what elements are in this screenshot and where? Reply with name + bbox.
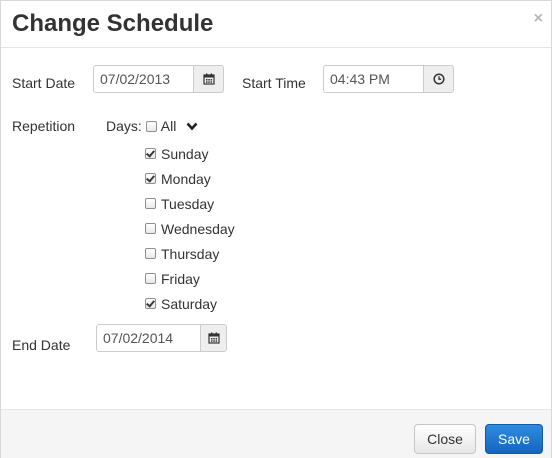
clock-icon	[432, 73, 445, 85]
days-label: Days:	[106, 118, 142, 134]
close-button[interactable]: Close	[414, 424, 476, 454]
start-time-label: Start Time	[242, 75, 306, 91]
change-schedule-dialog: Change Schedule × Start Date Start Time	[0, 0, 552, 458]
day-item-sunday: Sunday	[145, 141, 235, 166]
day-item-monday: Monday	[145, 166, 235, 191]
day-label: Wednesday	[161, 220, 235, 237]
save-button[interactable]: Save	[485, 424, 543, 454]
dialog-footer: Close Save	[1, 409, 551, 458]
days-all-row: Days: All	[106, 117, 198, 135]
saturday-checkbox[interactable]	[145, 298, 156, 309]
all-days-label: All	[160, 118, 177, 134]
friday-checkbox[interactable]	[145, 273, 156, 284]
all-days-checkbox[interactable]	[145, 120, 157, 132]
dialog-header: Change Schedule ×	[1, 1, 551, 48]
dialog-title: Change Schedule	[12, 10, 214, 37]
sunday-checkbox[interactable]	[145, 148, 156, 159]
day-item-friday: Friday	[145, 266, 235, 291]
monday-checkbox[interactable]	[145, 173, 156, 184]
calendar-icon	[207, 332, 220, 344]
start-time-picker-button[interactable]	[423, 65, 454, 93]
tuesday-checkbox[interactable]	[145, 198, 156, 209]
day-item-wednesday: Wednesday	[145, 216, 235, 241]
day-label: Monday	[161, 170, 211, 187]
day-checkbox-list: Sunday Monday Tuesday Wednesday Thursday Frid…	[145, 141, 235, 316]
day-label: Sunday	[161, 145, 209, 162]
chevron-down-icon	[186, 122, 198, 130]
day-item-thursday: Thursday	[145, 241, 235, 266]
repetition-label: Repetition	[12, 118, 76, 134]
calendar-icon	[202, 73, 215, 85]
day-item-saturday: Saturday	[145, 291, 235, 316]
end-date-group	[96, 324, 227, 352]
start-time-input[interactable]	[323, 65, 423, 93]
day-label: Friday	[161, 270, 200, 287]
days-toggle-button[interactable]	[186, 122, 198, 131]
day-label: Thursday	[161, 245, 220, 262]
start-date-label: Start Date	[12, 75, 76, 91]
end-date-input[interactable]	[96, 324, 200, 352]
start-date-group	[93, 65, 224, 93]
close-icon[interactable]: ×	[534, 10, 543, 28]
day-label: Tuesday	[161, 195, 215, 212]
day-item-tuesday: Tuesday	[145, 191, 235, 216]
end-date-label: End Date	[12, 337, 71, 353]
start-date-picker-button[interactable]	[193, 65, 224, 93]
wednesday-checkbox[interactable]	[145, 223, 156, 234]
day-label: Saturday	[161, 295, 218, 312]
start-time-group	[323, 65, 454, 93]
thursday-checkbox[interactable]	[145, 248, 156, 259]
end-date-picker-button[interactable]	[200, 324, 227, 352]
start-date-input[interactable]	[93, 65, 193, 93]
